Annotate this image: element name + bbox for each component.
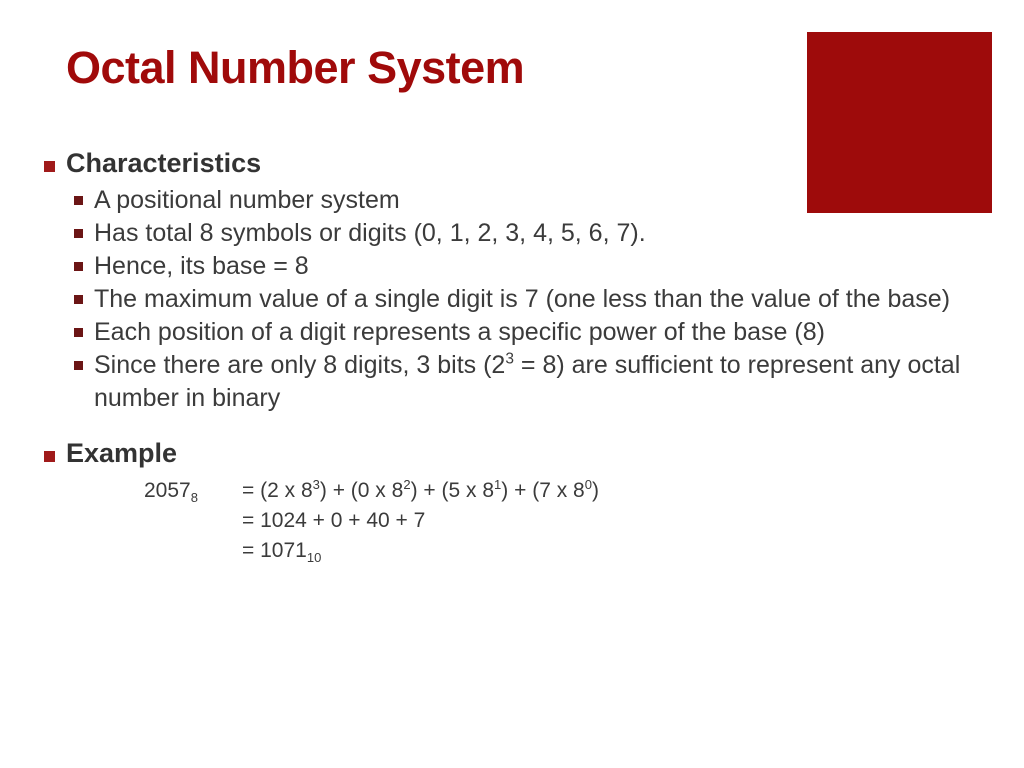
list-item-text: Has total 8 symbols or digits (0, 1, 2, …: [94, 218, 646, 247]
example-result-value: = 1071: [242, 539, 307, 563]
example-result: = 107110: [242, 536, 321, 566]
bullet-heading-label: Characteristics: [66, 148, 262, 178]
characteristics-list: A positional number system Has total 8 s…: [38, 184, 1018, 414]
example-octal-base: 8: [190, 489, 198, 505]
square-bullet-icon: [74, 295, 83, 305]
list-item-text: Since there are only 8 digits, 3 bits (2…: [94, 351, 960, 411]
example-result-base: 10: [306, 550, 322, 566]
example-octal-digits: 2057: [144, 478, 191, 502]
example-octal-number: 20578: [144, 476, 242, 506]
expr-part: = (2 x 8: [242, 478, 313, 502]
example-row: = 107110: [144, 536, 1018, 566]
square-bullet-icon: [74, 328, 83, 338]
bullet-heading-example: Example: [38, 438, 1018, 470]
slide-body: Characteristics A positional number syst…: [38, 148, 1018, 567]
list-item: Has total 8 symbols or digits (0, 1, 2, …: [38, 217, 1018, 249]
example-calculation: 20578 = (2 x 83) + (0 x 82) + (5 x 81) +…: [38, 476, 1018, 567]
expr-part: ) + (5 x 8: [410, 478, 495, 502]
list-item: Each position of a digit represents a sp…: [38, 316, 1018, 348]
example-row: = 1024 + 0 + 40 + 7: [144, 506, 1018, 536]
example-sum: = 1024 + 0 + 40 + 7: [242, 509, 426, 533]
slide: Octal Number System Characteristics A po…: [0, 0, 1024, 768]
expr-part: ) + (0 x 8: [319, 478, 404, 502]
list-item-text: Each position of a digit represents a sp…: [94, 318, 825, 347]
list-item-text: A positional number system: [94, 185, 400, 214]
superscript: 0: [584, 476, 592, 492]
list-item: Since there are only 8 digits, 3 bits (2…: [38, 349, 1018, 413]
superscript: 3: [312, 476, 320, 492]
expr-part: ): [591, 478, 599, 502]
bullet-heading-characteristics: Characteristics: [38, 148, 1018, 180]
square-bullet-icon: [44, 450, 55, 462]
square-bullet-icon: [74, 361, 83, 371]
list-item-text: The maximum value of a single digit is 7…: [94, 285, 951, 314]
square-bullet-icon: [74, 195, 83, 205]
list-item: Hence, its base = 8: [38, 250, 1018, 282]
superscript: 2: [403, 476, 411, 492]
superscript: 3: [505, 351, 514, 369]
list-item: A positional number system: [38, 184, 1018, 216]
example-row: 20578 = (2 x 83) + (0 x 82) + (5 x 81) +…: [144, 476, 1018, 506]
text-before-superscript: Since there are only 8 digits, 3 bits (2: [94, 351, 506, 380]
example-expansion: = (2 x 83) + (0 x 82) + (5 x 81) + (7 x …: [242, 476, 599, 506]
square-bullet-icon: [74, 262, 83, 272]
list-item-text: Hence, its base = 8: [94, 252, 309, 281]
bullet-heading-label: Example: [66, 437, 178, 468]
square-bullet-icon: [44, 161, 55, 172]
expr-part: ) + (7 x 8: [501, 478, 585, 502]
list-item: The maximum value of a single digit is 7…: [38, 283, 1018, 315]
page-title: Octal Number System: [66, 42, 525, 93]
square-bullet-icon: [74, 228, 83, 238]
